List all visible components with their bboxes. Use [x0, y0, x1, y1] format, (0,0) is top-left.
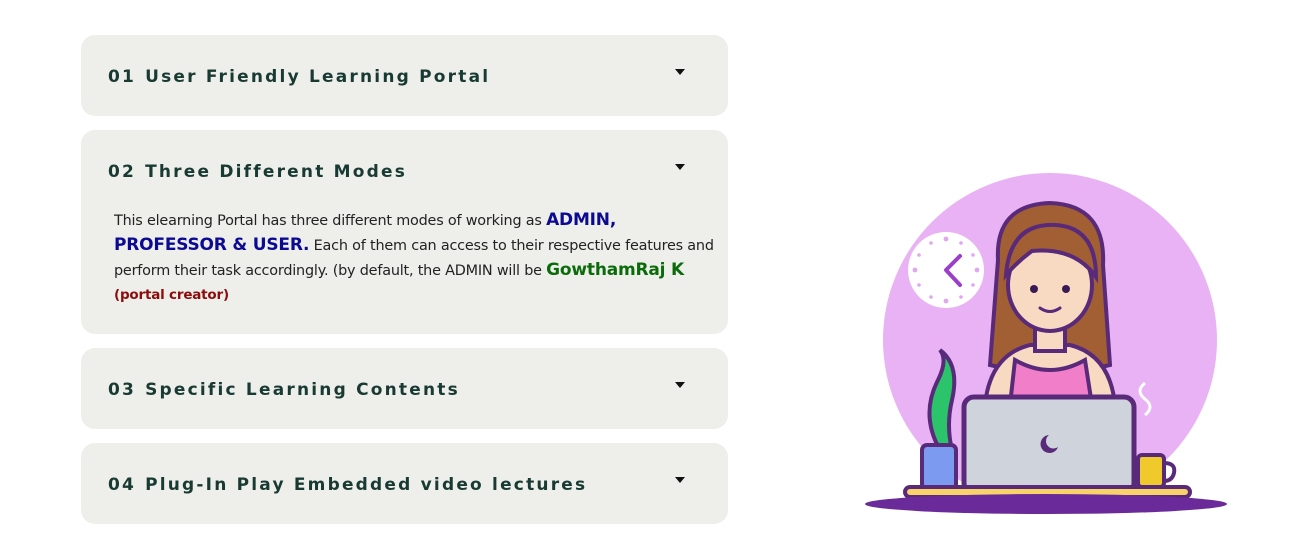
features-accordion: 01 User Friendly Learning Portal 02 Three … — [81, 35, 728, 538]
item-title: User Friendly Learning Portal — [145, 67, 491, 87]
accordion-item-01[interactable]: 01 User Friendly Learning Portal — [81, 35, 728, 116]
accordion-item-03[interactable]: 03 Specific Learning Contents — [81, 348, 728, 429]
left-eye — [1030, 285, 1038, 293]
woman-laptop-illustration — [865, 173, 1227, 514]
right-eye — [1062, 285, 1070, 293]
accordion-item-02[interactable]: 02 Three Different Modes This elearning P… — [81, 130, 728, 334]
caret-down-icon[interactable] — [675, 164, 685, 170]
desk-shadow — [865, 494, 1227, 514]
body-text-part1: This elearning Portal has three differen… — [114, 213, 547, 229]
item-title: Specific Learning Contents — [145, 380, 460, 400]
caret-down-icon[interactable] — [675, 477, 685, 483]
accordion-header-03[interactable]: 03 Specific Learning Contents — [108, 380, 460, 400]
accordion-header-04[interactable]: 04 Plug-In Play Embedded video lectures — [108, 475, 587, 495]
admin-note: (portal creator) — [114, 287, 229, 303]
caret-down-icon[interactable] — [675, 69, 685, 75]
caret-down-icon[interactable] — [675, 382, 685, 388]
accordion-body-02: This elearning Portal has three differen… — [114, 208, 714, 307]
item-number: 01 — [108, 67, 137, 87]
item-title: Plug-In Play Embedded video lectures — [145, 475, 588, 495]
accordion-header-02[interactable]: 02 Three Different Modes — [108, 162, 407, 182]
accordion-header-01[interactable]: 01 User Friendly Learning Portal — [108, 67, 490, 87]
laptop-icon — [961, 394, 1137, 496]
item-number: 02 — [108, 162, 137, 182]
clock-icon — [908, 232, 984, 308]
admin-name: GowthamRaj K — [546, 260, 684, 280]
item-number: 03 — [108, 380, 137, 400]
item-title: Three Different Modes — [145, 162, 408, 182]
item-number: 04 — [108, 475, 137, 495]
accordion-item-04[interactable]: 04 Plug-In Play Embedded video lectures — [81, 443, 728, 524]
